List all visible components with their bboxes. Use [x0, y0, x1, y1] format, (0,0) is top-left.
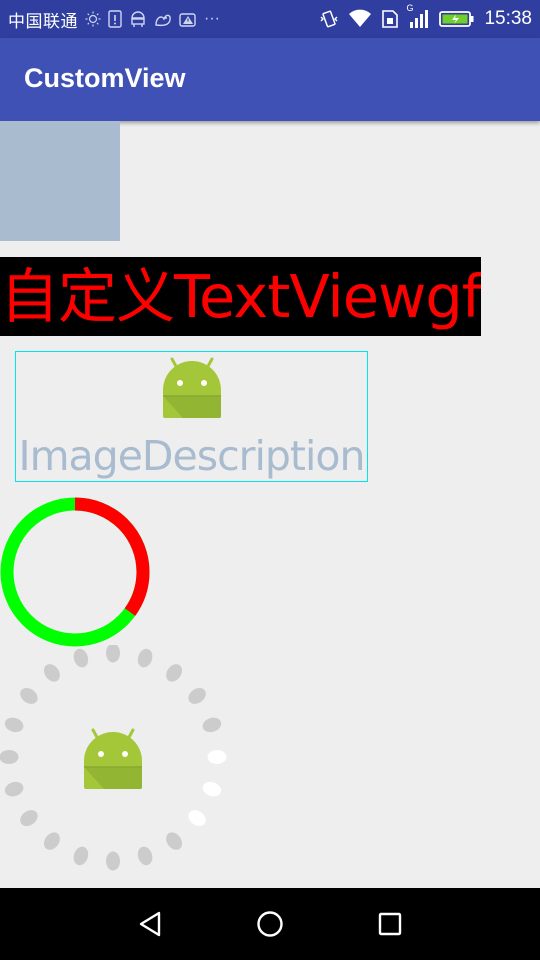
- custom-image-view: ImageDescription: [15, 351, 368, 482]
- squirrel-app-icon: [154, 11, 172, 27]
- loading-ring: [0, 643, 230, 882]
- clock: 15:38: [484, 8, 532, 29]
- home-icon: [257, 911, 283, 937]
- loading-dot: [4, 781, 24, 797]
- custom-text-view: 自定义TextViewgf: [0, 257, 481, 336]
- loading-dot: [4, 717, 24, 733]
- loading-dot-active: [202, 781, 222, 797]
- loading-dot: [166, 664, 183, 682]
- loading-dot: [20, 810, 38, 827]
- loading-dot: [73, 648, 89, 668]
- wifi-icon: [348, 9, 372, 29]
- loading-dot: [106, 851, 120, 871]
- page-title: CustomView: [24, 63, 186, 93]
- android-debug-icon: [129, 11, 147, 27]
- battery-charging-icon: [439, 9, 475, 29]
- progress-ring: [0, 497, 152, 654]
- recents-icon: [378, 912, 402, 936]
- more-notifications-icon: ···: [204, 10, 220, 27]
- sim-notification-icon: [108, 10, 122, 28]
- loading-dot: [106, 643, 120, 663]
- custom-square-view: [0, 121, 120, 241]
- loading-dot: [43, 832, 60, 850]
- back-button[interactable]: [133, 906, 169, 942]
- status-left: 中国联通 ···: [8, 0, 220, 38]
- network-type-label: G: [406, 3, 414, 13]
- loading-dot-active: [207, 750, 227, 764]
- cell-signal-icon: G: [406, 3, 430, 29]
- loading-dot: [43, 664, 60, 682]
- status-bar: 中国联通 ··· G 15:38: [0, 0, 540, 38]
- sim-card-icon: [381, 9, 399, 29]
- loading-dot: [73, 846, 89, 866]
- warning-app-icon: [179, 11, 197, 27]
- loading-dot: [20, 687, 38, 704]
- loading-dot-active: [188, 810, 206, 827]
- navigation-bar: [0, 888, 540, 960]
- loading-dot: [137, 648, 153, 668]
- recents-button[interactable]: [372, 906, 408, 942]
- vibrate-icon: [319, 9, 339, 29]
- brightness-icon: [85, 11, 101, 27]
- image-description: ImageDescription: [18, 432, 366, 480]
- android-icon: [161, 356, 223, 425]
- loading-dot: [137, 846, 153, 866]
- loading-dot: [202, 717, 222, 733]
- status-right: G 15:38: [319, 0, 532, 38]
- loading-dot: [166, 832, 183, 850]
- android-icon: [82, 727, 144, 796]
- loading-dot: [0, 750, 19, 764]
- app-bar: CustomView: [0, 38, 540, 121]
- loading-dot: [188, 687, 206, 704]
- back-icon: [139, 911, 161, 937]
- home-button[interactable]: [252, 906, 288, 942]
- carrier-label: 中国联通: [8, 11, 78, 31]
